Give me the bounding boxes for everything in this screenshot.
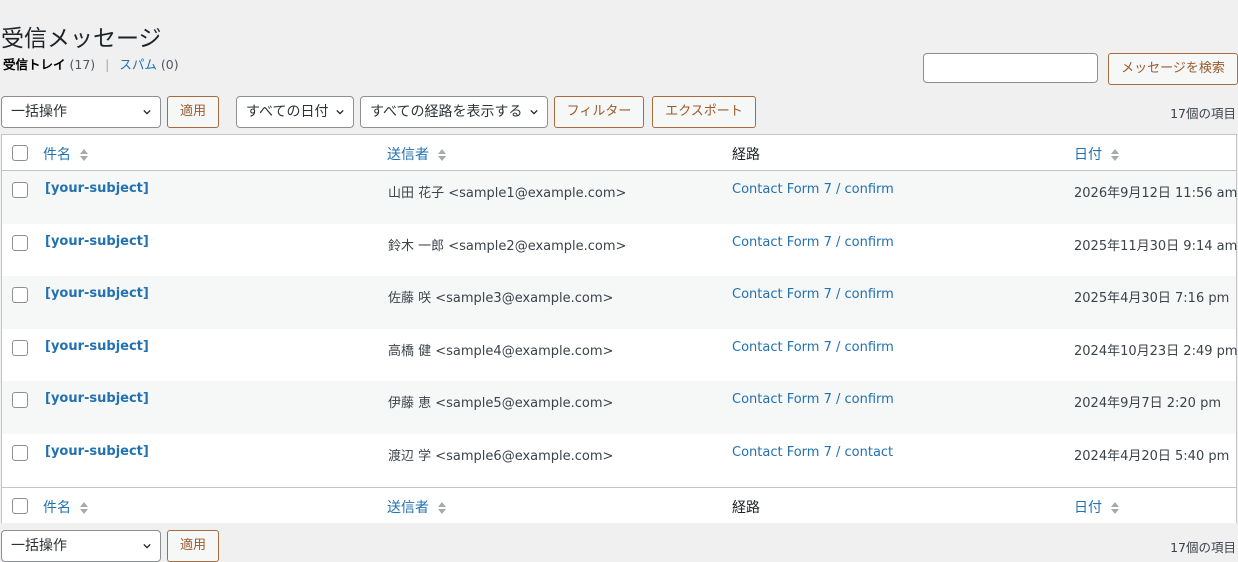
- column-date[interactable]: 日付: [1074, 144, 1120, 164]
- bulk-action-select-bottom[interactable]: 一括操作: [1, 530, 161, 562]
- date-filter-select[interactable]: すべての日付: [236, 96, 354, 128]
- items-count-bottom: 17個の項目: [1170, 540, 1236, 555]
- sort-arrows-icon: [438, 502, 447, 514]
- column-sender-label: 送信者: [387, 500, 429, 516]
- row-channel-link[interactable]: Contact Form 7 / confirm: [732, 235, 894, 250]
- sort-arrows-icon: [1111, 149, 1120, 161]
- column-sender[interactable]: 送信者: [387, 144, 447, 164]
- column-sender-label: 送信者: [387, 147, 429, 163]
- row-sender: 山田 花子 <sample1@example.com>: [388, 186, 627, 201]
- row-checkbox[interactable]: [12, 392, 28, 409]
- view-spam-count: (0): [160, 57, 179, 72]
- select-all-checkbox[interactable]: [12, 145, 28, 161]
- row-sender: 高橋 健 <sample4@example.com>: [388, 343, 614, 359]
- search-button[interactable]: メッセージを検索: [1108, 53, 1238, 85]
- row-subject-link[interactable]: [your-subject]: [45, 444, 149, 459]
- view-inbox[interactable]: 受信トレイ: [3, 57, 66, 72]
- row-subject-link[interactable]: [your-subject]: [45, 339, 149, 354]
- view-separator: |: [105, 57, 110, 72]
- messages-table: 件名 送信者 経路 日付 [your-subject] 山田 花子 <sampl…: [1, 134, 1238, 523]
- row-channel-link[interactable]: Contact Form 7 / confirm: [732, 182, 894, 197]
- bulk-action-select-top[interactable]: 一括操作: [1, 96, 161, 128]
- row-date: 2025年11月30日 9:14 am: [1074, 238, 1238, 254]
- column-date-label: 日付: [1074, 147, 1102, 163]
- channel-filter-value: すべての経路を表示する: [370, 104, 523, 120]
- view-inbox-count: (17): [69, 57, 96, 72]
- row-checkbox[interactable]: [12, 339, 28, 356]
- row-subject-link[interactable]: [your-subject]: [45, 391, 149, 406]
- row-subject-link[interactable]: [your-subject]: [45, 286, 149, 301]
- page-title: 受信メッセージ: [1, 26, 162, 53]
- row-sender: 佐藤 咲 <sample3@example.com>: [388, 291, 614, 307]
- row-date: 2024年10月23日 2:49 pm: [1074, 343, 1238, 359]
- apply-button-bottom[interactable]: 適用: [167, 530, 219, 562]
- chevron-down-icon: [143, 543, 151, 549]
- table-header-row: 件名 送信者 経路 日付: [2, 135, 1236, 171]
- column-date-footer[interactable]: 日付: [1074, 497, 1120, 517]
- column-subject-footer[interactable]: 件名: [43, 497, 89, 517]
- table-row: [your-subject] 佐藤 咲 <sample3@example.com…: [2, 276, 1236, 329]
- table-row: [your-subject] 鈴木 一郎 <sample2@example.co…: [2, 224, 1238, 277]
- apply-button-top[interactable]: 適用: [167, 96, 219, 128]
- table-row: [your-subject] 高橋 健 <sample4@example.com…: [2, 329, 1238, 382]
- export-button[interactable]: エクスポート: [652, 96, 756, 128]
- channel-filter-select[interactable]: すべての経路を表示する: [360, 96, 548, 128]
- row-sender: 伊藤 恵 <sample5@example.com>: [388, 396, 614, 412]
- sort-arrows-icon: [1111, 502, 1120, 514]
- row-sender: 渡辺 学 <sample6@example.com>: [388, 449, 614, 464]
- row-checkbox[interactable]: [12, 182, 28, 198]
- bulk-action-value: 一括操作: [11, 104, 67, 120]
- date-filter-value: すべての日付: [246, 104, 329, 120]
- row-checkbox[interactable]: [12, 287, 28, 304]
- row-channel-link[interactable]: Contact Form 7 / confirm: [732, 287, 894, 302]
- chevron-down-icon: [530, 109, 538, 115]
- chevron-down-icon: [143, 109, 151, 115]
- row-subject-link[interactable]: [your-subject]: [45, 234, 149, 249]
- row-checkbox[interactable]: [12, 234, 28, 251]
- column-channel-footer: 経路: [732, 500, 760, 516]
- table-row: [your-subject] 伊藤 恵 <sample5@example.com…: [2, 381, 1236, 434]
- column-channel: 経路: [732, 147, 760, 163]
- chevron-down-icon: [336, 109, 344, 115]
- row-date: 2025年4月30日 7:16 pm: [1074, 291, 1230, 307]
- column-subject-label: 件名: [43, 147, 71, 163]
- row-date: 2024年4月20日 5:40 pm: [1074, 449, 1230, 464]
- search-input[interactable]: [923, 53, 1098, 83]
- view-links: 受信トレイ (17) | スパム (0): [3, 56, 179, 74]
- view-spam[interactable]: スパム: [119, 57, 157, 72]
- sort-arrows-icon: [438, 149, 447, 161]
- table-footer-row: 件名 送信者 経路 日付: [2, 487, 1236, 523]
- bulk-action-value: 一括操作: [11, 538, 67, 554]
- row-checkbox[interactable]: [12, 445, 28, 461]
- table-row: [your-subject] 渡辺 学 <sample6@example.com…: [2, 434, 1236, 487]
- items-count-top: 17個の項目: [1170, 106, 1236, 121]
- column-subject[interactable]: 件名: [43, 144, 89, 164]
- sort-arrows-icon: [80, 502, 89, 514]
- column-sender-footer[interactable]: 送信者: [387, 497, 447, 517]
- row-channel-link[interactable]: Contact Form 7 / confirm: [732, 392, 894, 407]
- filter-button[interactable]: フィルター: [554, 96, 644, 128]
- select-all-checkbox-bottom[interactable]: [12, 498, 28, 514]
- row-date: 2026年9月12日 11:56 am: [1074, 186, 1238, 201]
- table-row: [your-subject] 山田 花子 <sample1@example.co…: [2, 171, 1238, 224]
- row-date: 2024年9月7日 2:20 pm: [1074, 396, 1221, 412]
- sort-arrows-icon: [80, 149, 89, 161]
- row-channel-link[interactable]: Contact Form 7 / confirm: [732, 340, 894, 355]
- row-subject-link[interactable]: [your-subject]: [45, 181, 149, 196]
- row-sender: 鈴木 一郎 <sample2@example.com>: [388, 238, 627, 254]
- column-date-label: 日付: [1074, 500, 1102, 516]
- row-channel-link[interactable]: Contact Form 7 / contact: [732, 445, 893, 460]
- column-subject-label: 件名: [43, 500, 71, 516]
